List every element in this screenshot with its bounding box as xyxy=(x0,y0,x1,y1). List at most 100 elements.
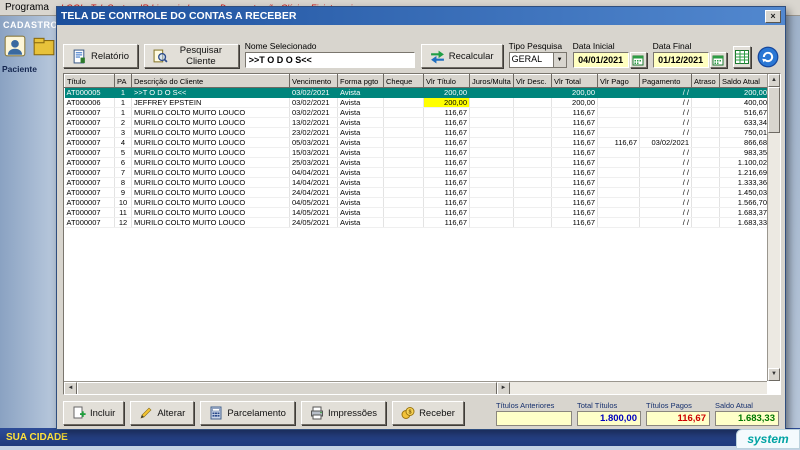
grid-cell[interactable]: 1.683,37 xyxy=(719,207,770,218)
grid-cell[interactable]: / / xyxy=(639,207,692,218)
grid-cell[interactable]: AT000007 xyxy=(64,137,115,148)
column-header-2[interactable]: Descrição do Cliente xyxy=(131,74,290,88)
grid-cell[interactable] xyxy=(513,187,552,198)
grid-cell[interactable]: Avista xyxy=(337,127,384,138)
grid-cell[interactable] xyxy=(513,217,552,228)
grid-cell[interactable] xyxy=(691,207,720,218)
grid-cell[interactable]: 03/02/2021 xyxy=(289,87,338,98)
grid-cell[interactable] xyxy=(597,87,640,98)
grid-cell[interactable]: AT000007 xyxy=(64,177,115,188)
grid-cell[interactable]: 116,67 xyxy=(423,207,470,218)
grid-cell[interactable] xyxy=(383,127,424,138)
grid-cell[interactable]: MURILO COLTO MUITO LOUCO xyxy=(131,217,290,228)
grid-cell[interactable]: 1.333,36 xyxy=(719,177,770,188)
grid-cell[interactable] xyxy=(691,117,720,128)
grid-cell[interactable]: / / xyxy=(639,127,692,138)
grid-cell[interactable]: 1 xyxy=(114,97,132,108)
grid-cell[interactable]: 4 xyxy=(114,137,132,148)
grid-cell[interactable]: MURILO COLTO MUITO LOUCO xyxy=(131,187,290,198)
grid-cell[interactable]: Avista xyxy=(337,87,384,98)
grid-cell[interactable]: MURILO COLTO MUITO LOUCO xyxy=(131,107,290,118)
column-header-5[interactable]: Cheque xyxy=(383,74,424,88)
grid-cell[interactable]: 11 xyxy=(114,207,132,218)
grid-cell[interactable]: / / xyxy=(639,107,692,118)
column-header-3[interactable]: Vencimento xyxy=(289,74,338,88)
parcelamento-button[interactable]: Parcelamento xyxy=(200,401,295,425)
grid-cell[interactable] xyxy=(597,177,640,188)
recalcular-button[interactable]: Recalcular xyxy=(420,44,503,68)
grid-cell[interactable] xyxy=(469,197,514,208)
grid-cell[interactable]: 116,67 xyxy=(551,187,598,198)
tipo-pesquisa-select[interactable]: GERAL ▼ xyxy=(508,52,567,68)
grid-cell[interactable]: 866,68 xyxy=(719,137,770,148)
column-header-1[interactable]: PA xyxy=(114,74,132,88)
grid-cell[interactable]: 116,67 xyxy=(551,207,598,218)
grid-cell[interactable]: 1.216,69 xyxy=(719,167,770,178)
chevron-down-icon[interactable]: ▼ xyxy=(552,53,566,67)
grid-cell[interactable]: 03/02/2021 xyxy=(289,97,338,108)
table-row[interactable]: AT000007 11 MURILO COLTO MUITO LOUCO 14/05/… xyxy=(64,207,770,218)
grid-cell[interactable] xyxy=(691,177,720,188)
grid-cell[interactable]: 10 xyxy=(114,197,132,208)
grid-cell[interactable] xyxy=(597,147,640,158)
table-row[interactable]: AT000007 3 MURILO COLTO MUITO LOUCO 23/02/2… xyxy=(64,127,770,138)
scroll-right-icon[interactable]: ► xyxy=(497,382,510,394)
grid-cell[interactable]: 116,67 xyxy=(423,137,470,148)
grid-cell[interactable]: 25/03/2021 xyxy=(289,157,338,168)
grid-cell[interactable] xyxy=(691,187,720,198)
grid-cell[interactable]: 116,67 xyxy=(551,137,598,148)
grid-cell[interactable] xyxy=(597,197,640,208)
grid-cell[interactable]: 1.566,70 xyxy=(719,197,770,208)
column-header-9[interactable]: Vlr Total xyxy=(551,74,598,88)
grid-cell[interactable]: Avista xyxy=(337,217,384,228)
grid-cell[interactable]: 6 xyxy=(114,157,132,168)
grid-cell[interactable] xyxy=(691,147,720,158)
grid-cell[interactable] xyxy=(383,197,424,208)
grid-cell[interactable]: MURILO COLTO MUITO LOUCO xyxy=(131,167,290,178)
grid-cell[interactable] xyxy=(691,157,720,168)
grid-cell[interactable]: 200,00 xyxy=(551,87,598,98)
grid-cell[interactable]: MURILO COLTO MUITO LOUCO xyxy=(131,177,290,188)
grid-cell[interactable] xyxy=(383,207,424,218)
grid-cell[interactable]: 116,67 xyxy=(423,117,470,128)
grid-cell[interactable]: 04/05/2021 xyxy=(289,197,338,208)
data-final-calendar-button[interactable] xyxy=(709,52,727,68)
grid-cell[interactable]: 983,35 xyxy=(719,147,770,158)
grid-cell[interactable]: 116,67 xyxy=(597,137,640,148)
grid-cell[interactable]: / / xyxy=(639,167,692,178)
grid-cell[interactable]: 633,34 xyxy=(719,117,770,128)
grid-cell[interactable]: MURILO COLTO MUITO LOUCO xyxy=(131,117,290,128)
nome-selecionado-input[interactable] xyxy=(244,52,415,68)
grid-cell[interactable]: / / xyxy=(639,87,692,98)
table-row[interactable]: AT000007 10 MURILO COLTO MUITO LOUCO 04/05/… xyxy=(64,197,770,208)
grid-cell[interactable]: 04/04/2021 xyxy=(289,167,338,178)
grid-cell[interactable]: 400,00 xyxy=(719,97,770,108)
grid-cell[interactable] xyxy=(513,147,552,158)
grid-cell[interactable]: / / xyxy=(639,117,692,128)
horizontal-scroll-thumb[interactable] xyxy=(77,382,497,394)
grid-cell[interactable]: 03/02/2021 xyxy=(639,137,692,148)
grid-cell[interactable] xyxy=(597,207,640,218)
grid-cell[interactable]: 1.683,33 xyxy=(719,217,770,228)
grid-cell[interactable] xyxy=(469,137,514,148)
grid-cell[interactable]: Avista xyxy=(337,157,384,168)
grid-cell[interactable]: 1 xyxy=(114,87,132,98)
grid-cell[interactable]: MURILO COLTO MUITO LOUCO xyxy=(131,127,290,138)
grid-cell[interactable]: Avista xyxy=(337,97,384,108)
grid-cell[interactable] xyxy=(691,107,720,118)
grid-cell[interactable]: 116,67 xyxy=(551,177,598,188)
grid-cell[interactable] xyxy=(513,127,552,138)
grid-cell[interactable]: 200,00 xyxy=(423,87,470,98)
grid-cell[interactable] xyxy=(691,97,720,108)
grid-cell[interactable]: MURILO COLTO MUITO LOUCO xyxy=(131,147,290,158)
grid-cell[interactable]: Avista xyxy=(337,117,384,128)
grid-cell[interactable] xyxy=(383,147,424,158)
data-inicial-calendar-button[interactable] xyxy=(629,52,647,68)
close-icon[interactable]: × xyxy=(765,9,781,23)
table-row[interactable]: AT000007 12 MURILO COLTO MUITO LOUCO 24/05/… xyxy=(64,217,770,228)
grid-cell[interactable] xyxy=(469,107,514,118)
grid-cell[interactable]: 116,67 xyxy=(423,177,470,188)
grid-cell[interactable] xyxy=(597,217,640,228)
grid-cell[interactable] xyxy=(597,117,640,128)
grid-cell[interactable] xyxy=(469,167,514,178)
